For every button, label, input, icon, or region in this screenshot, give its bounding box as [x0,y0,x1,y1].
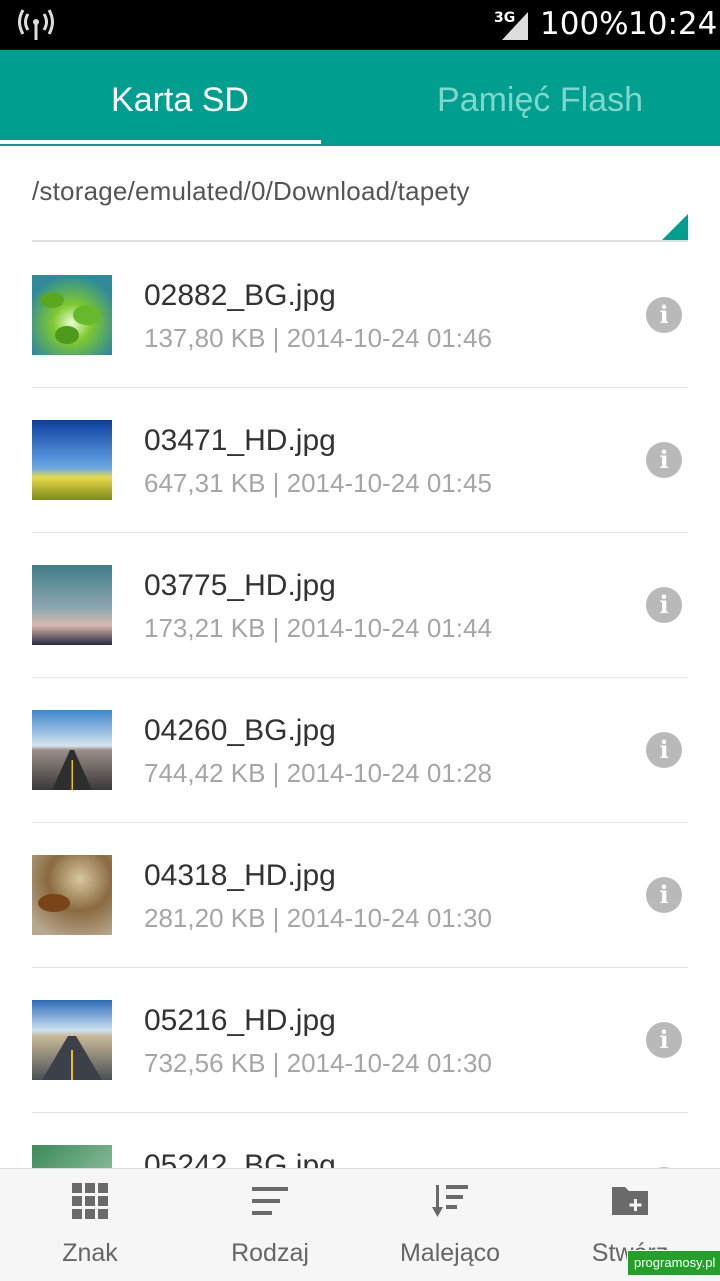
watermark: programosy.pl [627,1250,720,1276]
file-meta: 744,42 KB | 2014-10-24 01:28 [144,758,492,788]
info-icon[interactable]: i [646,297,682,333]
sort-order-label: Malejąco [399,1239,501,1267]
file-meta: 647,31 KB | 2014-10-24 01:45 [144,468,492,498]
new-folder-icon [612,1187,648,1215]
clock: 10:24 [628,6,718,42]
thumbnail-image [32,420,112,500]
list-item[interactable]: 05216_HD.jpg 732,56 KB | 2014-10-24 01:3… [0,968,720,1113]
sort-descending-icon [432,1185,468,1217]
thumbnail-image [32,565,112,645]
bottom-toolbar: Znak Rodzaj Malejąco Stwórz [0,1168,720,1281]
file-name: 05216_HD.jpg [144,1004,336,1037]
view-mode-button[interactable]: Znak [0,1169,180,1281]
file-meta: 137,80 KB | 2014-10-24 01:46 [144,323,492,353]
grid-icon [72,1183,108,1219]
thumbnail-image [32,1000,112,1080]
path-dropdown-icon[interactable] [662,214,688,240]
list-item[interactable]: 02882_BG.jpg 137,80 KB | 2014-10-24 01:4… [0,243,720,388]
file-meta: 281,20 KB | 2014-10-24 01:30 [144,903,492,933]
file-name: 03775_HD.jpg [144,569,336,602]
storage-tabs: Karta SD Pamięć Flash [0,50,720,146]
info-icon[interactable]: i [646,587,682,623]
list-item[interactable]: 04260_BG.jpg 744,42 KB | 2014-10-24 01:2… [0,678,720,823]
info-icon[interactable]: i [646,877,682,913]
thumbnail-image [32,275,112,355]
list-item[interactable]: 03471_HD.jpg 647,31 KB | 2014-10-24 01:4… [0,388,720,533]
signal-strength-icon [502,12,528,40]
sort-type-label: Rodzaj [231,1239,309,1267]
list-item[interactable]: 03775_HD.jpg 173,21 KB | 2014-10-24 01:4… [0,533,720,678]
info-icon[interactable]: i [646,1022,682,1058]
info-icon[interactable]: i [646,732,682,768]
file-name: 03471_HD.jpg [144,424,336,457]
current-path[interactable]: /storage/emulated/0/Download/tapety [32,176,470,207]
sort-order-button[interactable]: Malejąco [360,1169,540,1281]
thumbnail-image [32,855,112,935]
wireless-antenna-icon [18,9,54,40]
lines-icon [252,1187,288,1215]
tab-flash-memory[interactable]: Pamięć Flash [360,50,720,146]
info-icon[interactable]: i [646,442,682,478]
list-item[interactable]: 04318_HD.jpg 281,20 KB | 2014-10-24 01:3… [0,823,720,968]
status-bar: 3G 100% 10:24 [0,0,720,50]
thumbnail-image [32,710,112,790]
file-name: 04260_BG.jpg [144,714,336,747]
file-name: 04318_HD.jpg [144,859,336,892]
battery-level: 100% [540,6,629,42]
tab-sd-card[interactable]: Karta SD [0,50,360,146]
file-name: 02882_BG.jpg [144,279,336,312]
file-meta: 173,21 KB | 2014-10-24 01:44 [144,613,492,643]
sort-type-button[interactable]: Rodzaj [180,1169,360,1281]
view-mode-label: Znak [62,1239,118,1267]
tab-indicator [0,140,321,144]
path-underline [32,240,688,242]
file-meta: 732,56 KB | 2014-10-24 01:30 [144,1048,492,1078]
